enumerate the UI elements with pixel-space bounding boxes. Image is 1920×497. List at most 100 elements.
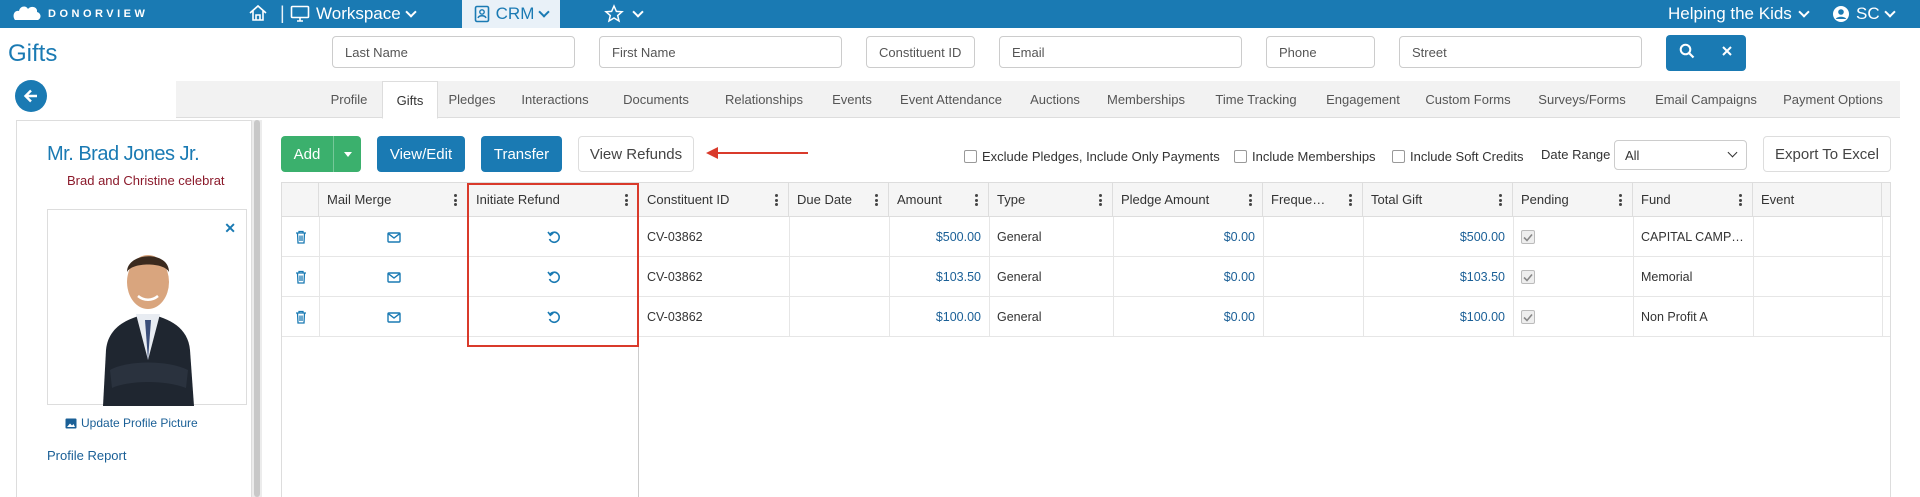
header-type[interactable]: Type: [989, 183, 1113, 217]
header-label: Pending: [1521, 192, 1569, 207]
email-input[interactable]: [999, 36, 1242, 68]
column-menu-icon[interactable]: [775, 194, 778, 206]
column-menu-icon[interactable]: [1739, 194, 1742, 206]
add-dropdown-toggle[interactable]: [333, 136, 361, 172]
tab-interactions[interactable]: Interactions: [510, 81, 600, 118]
tab-profile[interactable]: Profile: [320, 81, 378, 118]
tab-memberships[interactable]: Memberships: [1098, 81, 1194, 118]
workspace-menu[interactable]: Workspace: [290, 3, 417, 25]
chevron-down-icon: [1727, 147, 1738, 158]
update-profile-picture-link[interactable]: Update Profile Picture: [65, 416, 198, 430]
add-button[interactable]: Add: [281, 136, 361, 172]
logo-text: DONORVIEW: [48, 8, 149, 20]
header-fund[interactable]: Fund: [1633, 183, 1753, 217]
header-frequency[interactable]: Freque…: [1263, 183, 1363, 217]
favorites-menu[interactable]: [604, 3, 644, 25]
update-profile-picture-label: Update Profile Picture: [81, 416, 198, 430]
crm-menu[interactable]: CRM: [462, 0, 560, 28]
cell-event: [1753, 217, 1882, 257]
view-refunds-button[interactable]: View Refunds: [578, 136, 694, 172]
include-memberships-label: Include Memberships: [1252, 149, 1376, 164]
column-menu-icon[interactable]: [975, 194, 978, 206]
column-menu-icon[interactable]: [1249, 194, 1252, 206]
header-constituent-id[interactable]: Constituent ID: [639, 183, 789, 217]
tab-relationships[interactable]: Relationships: [712, 81, 816, 118]
cell-constituent-id: CV-03862: [647, 310, 703, 324]
include-soft-credits-checkbox[interactable]: Include Soft Credits: [1392, 149, 1523, 164]
last-name-input[interactable]: [332, 36, 575, 68]
transfer-button[interactable]: Transfer: [481, 136, 562, 172]
cell-fund: Memorial: [1641, 270, 1693, 284]
scrollbar-thumb[interactable]: [254, 120, 260, 497]
header-pending[interactable]: Pending: [1513, 183, 1633, 217]
user-menu[interactable]: SC: [1832, 3, 1896, 25]
delete-row-icon[interactable]: [282, 297, 319, 337]
profile-report-link[interactable]: Profile Report: [47, 448, 126, 463]
organization-menu[interactable]: Helping the Kids: [1668, 3, 1810, 25]
column-menu-icon[interactable]: [1499, 194, 1502, 206]
tab-gifts[interactable]: Gifts: [382, 81, 438, 119]
header-label: Pledge Amount: [1121, 192, 1210, 207]
clear-search-icon[interactable]: [1721, 44, 1733, 62]
tab-documents[interactable]: Documents: [610, 81, 702, 118]
header-amount[interactable]: Amount: [889, 183, 989, 217]
header-label: Fund: [1641, 192, 1671, 207]
column-menu-icon[interactable]: [875, 194, 878, 206]
crm-label: CRM: [495, 4, 535, 23]
workspace-label: Workspace: [316, 4, 401, 23]
header-label: Due Date: [797, 192, 852, 207]
checkbox-box: [1234, 150, 1247, 163]
cell-fund: Non Profit A: [1641, 310, 1708, 324]
column-menu-icon[interactable]: [1619, 194, 1622, 206]
header-label: Mail Merge: [327, 192, 392, 207]
image-icon: [65, 418, 77, 428]
sidebar-scrollbar[interactable]: [252, 120, 262, 497]
header-pledge-amount[interactable]: Pledge Amount: [1113, 183, 1263, 217]
first-name-input[interactable]: [599, 36, 842, 68]
tab-custom-forms[interactable]: Custom Forms: [1418, 81, 1518, 118]
column-menu-icon[interactable]: [1349, 194, 1352, 206]
header-label: Event: [1761, 192, 1795, 207]
tab-event-attendance[interactable]: Event Attendance: [890, 81, 1012, 118]
tab-engagement[interactable]: Engagement: [1318, 81, 1408, 118]
date-range-select[interactable]: All: [1614, 140, 1747, 170]
cell-due-date: [789, 257, 889, 297]
user-avatar-icon: [1833, 6, 1849, 22]
mail-merge-icon[interactable]: [319, 257, 468, 297]
mail-merge-icon[interactable]: [319, 217, 468, 257]
column-menu-icon[interactable]: [454, 194, 457, 206]
header-actions: [282, 183, 319, 217]
header-mail-merge[interactable]: Mail Merge: [319, 183, 468, 217]
cell-fund: CAPITAL CAMP…: [1641, 230, 1744, 244]
header-event[interactable]: Event: [1753, 183, 1882, 217]
home-icon[interactable]: [248, 3, 268, 28]
back-button[interactable]: [15, 80, 47, 112]
cell-pledge-amount: $0.00: [1223, 310, 1255, 324]
street-input[interactable]: [1399, 36, 1642, 68]
delete-row-icon[interactable]: [282, 257, 319, 297]
header-due-date[interactable]: Due Date: [789, 183, 889, 217]
view-edit-button[interactable]: View/Edit: [377, 136, 465, 172]
export-to-excel-button[interactable]: Export To Excel: [1763, 136, 1891, 172]
header-total-gift[interactable]: Total Gift: [1363, 183, 1513, 217]
phone-input[interactable]: [1266, 36, 1375, 68]
donorview-logo[interactable]: DONORVIEW: [12, 3, 148, 25]
mail-merge-icon[interactable]: [319, 297, 468, 337]
exclude-pledges-checkbox[interactable]: Exclude Pledges, Include Only Payments: [964, 149, 1220, 164]
tab-pledges[interactable]: Pledges: [442, 81, 502, 118]
tab-auctions[interactable]: Auctions: [1022, 81, 1088, 118]
cell-due-date: [789, 297, 889, 337]
tab-events[interactable]: Events: [824, 81, 880, 118]
page-title: Gifts: [8, 40, 58, 67]
tab-email-campaigns[interactable]: Email Campaigns: [1646, 81, 1766, 118]
constituent-id-input[interactable]: [866, 36, 975, 68]
column-menu-icon[interactable]: [1099, 194, 1102, 206]
tab-surveys-forms[interactable]: Surveys/Forms: [1528, 81, 1636, 118]
include-memberships-checkbox[interactable]: Include Memberships: [1234, 149, 1376, 164]
cell-pending: [1513, 257, 1633, 297]
delete-row-icon[interactable]: [282, 217, 319, 257]
tab-payment-options[interactable]: Payment Options: [1776, 81, 1890, 118]
chevron-down-icon: [1883, 5, 1896, 18]
tab-time-tracking[interactable]: Time Tracking: [1204, 81, 1308, 118]
search-icon[interactable]: [1679, 43, 1695, 64]
